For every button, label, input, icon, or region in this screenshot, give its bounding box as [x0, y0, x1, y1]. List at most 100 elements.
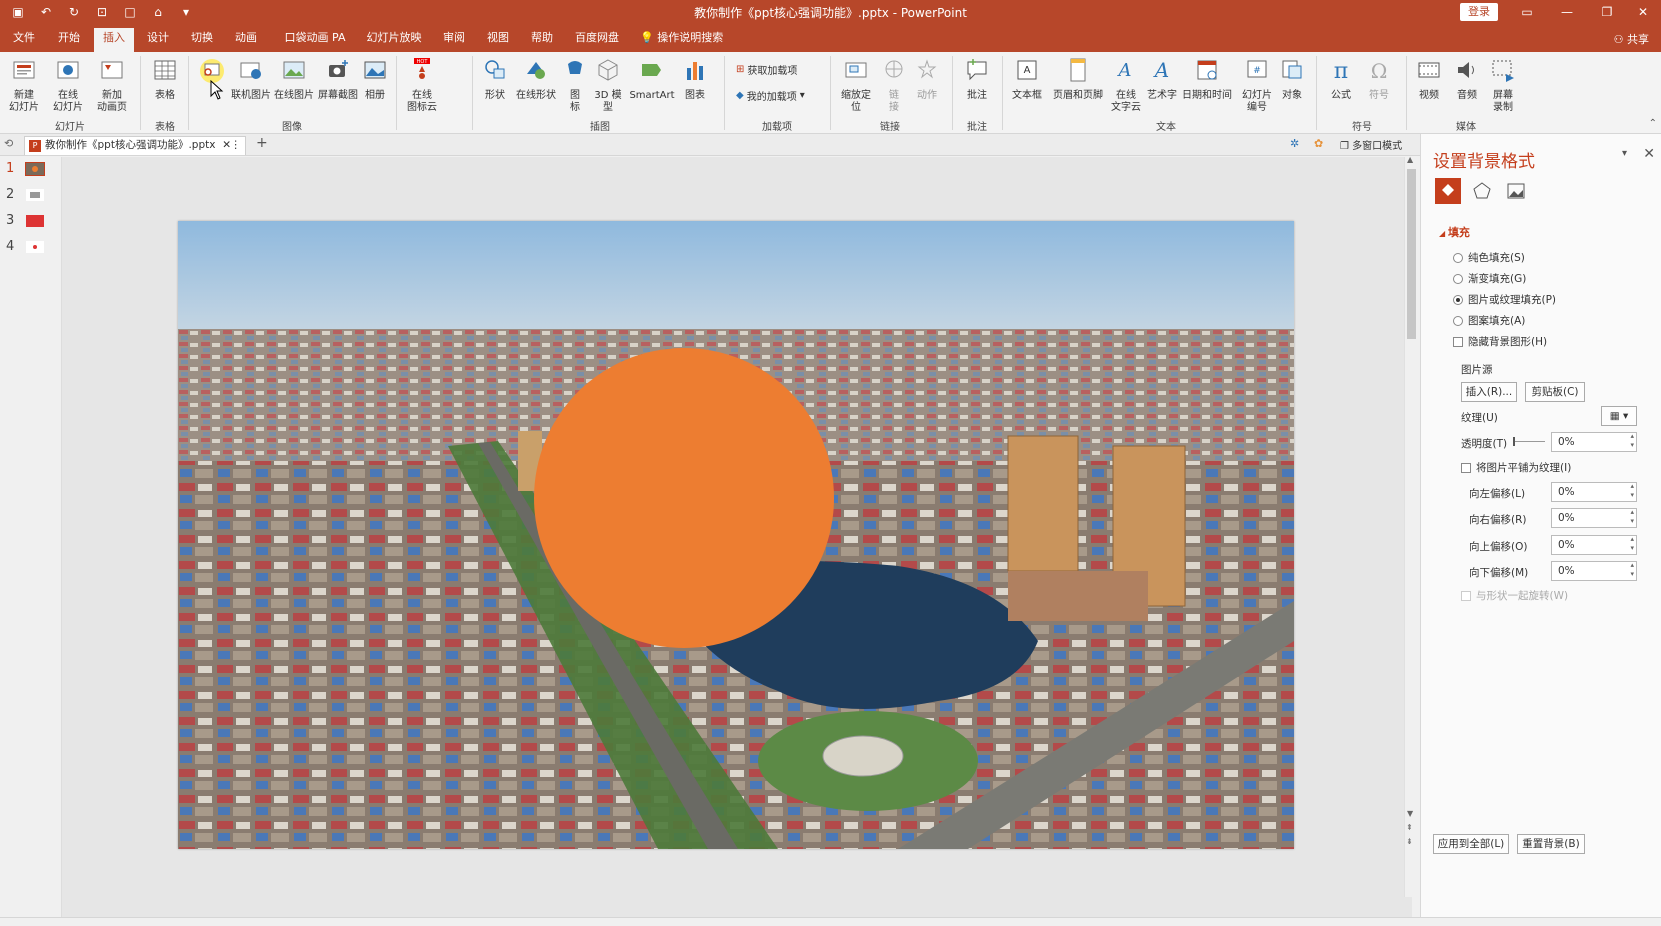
apply-to-all-button[interactable]: 应用到全部(L): [1433, 834, 1509, 854]
checkbox[interactable]: [1453, 336, 1463, 347]
tab-history-icon[interactable]: ⟲: [4, 137, 13, 150]
icons-button[interactable]: 图 标: [562, 56, 588, 114]
close-icon[interactable]: ✕: [1628, 3, 1658, 21]
equation-button[interactable]: π 公式: [1324, 56, 1358, 102]
offset-left-input[interactable]: 0%: [1551, 482, 1637, 502]
tab-menu-icon[interactable]: ⋮: [231, 137, 242, 154]
tab-design[interactable]: 设计: [144, 30, 172, 52]
document-tab[interactable]: P 教你制作《ppt核心强调功能》.pptx ✕ ⋮: [24, 136, 246, 155]
solid-fill-option[interactable]: 纯色填充(S): [1453, 250, 1525, 265]
online-slide-button[interactable]: 在线 幻灯片: [48, 56, 88, 114]
screenshot-button[interactable]: 屏幕截图: [316, 56, 360, 102]
online-icon-cloud-button[interactable]: HOT 在线 图标云: [402, 56, 442, 114]
offset-up-input[interactable]: 0%: [1551, 535, 1637, 555]
checkbox[interactable]: [1461, 462, 1471, 473]
table-button[interactable]: 表格: [148, 56, 182, 102]
album-button[interactable]: 相册: [360, 56, 390, 102]
tab-pocket-animation[interactable]: 口袋动画 PA: [282, 30, 348, 52]
scroll-up-icon[interactable]: ▲: [1407, 155, 1413, 164]
tab-view[interactable]: 视图: [484, 30, 512, 52]
audio-button[interactable]: 音频: [1450, 56, 1484, 102]
radio-button[interactable]: [1453, 273, 1463, 284]
thumbnail-1[interactable]: 1: [6, 161, 45, 176]
thumbnail-4[interactable]: 4: [6, 239, 44, 254]
tab-transitions[interactable]: 切换: [188, 30, 216, 52]
online-shapes-button[interactable]: 在线形状: [514, 56, 558, 102]
tab-baidu-netdisk[interactable]: 百度网盘: [572, 30, 622, 52]
online-picture-button[interactable]: 在线图片: [272, 56, 316, 102]
radio-button[interactable]: [1453, 252, 1463, 263]
prev-slide-icon[interactable]: ⇞: [1406, 823, 1413, 832]
tell-me-search[interactable]: 💡 操作说明搜索: [640, 30, 740, 52]
vertical-scrollbar[interactable]: ▲ ▼ ⇞ ⇟: [1404, 155, 1418, 897]
offset-down-input[interactable]: 0%: [1551, 561, 1637, 581]
screen-record-button[interactable]: 屏幕 录制: [1486, 56, 1520, 114]
my-addins-button[interactable]: ◆ 我的加载项 ▾: [736, 88, 805, 103]
tab-help[interactable]: 帮助: [528, 30, 556, 52]
slider-thumb[interactable]: [1513, 437, 1515, 446]
tab-animations[interactable]: 动画: [232, 30, 260, 52]
restore-icon[interactable]: ❐: [1592, 3, 1622, 21]
transparency-input[interactable]: 0%: [1551, 432, 1637, 452]
ribbon-display-icon[interactable]: ▭: [1512, 3, 1542, 21]
datetime-button[interactable]: 日期和时间: [1180, 56, 1234, 102]
tab-tool-icon[interactable]: ✲: [1290, 137, 1299, 150]
rotate-with-shape-option[interactable]: 与形状一起旋转(W): [1461, 588, 1568, 603]
scroll-down-icon[interactable]: ▼: [1407, 809, 1413, 818]
close-pane-icon[interactable]: ✕: [1643, 146, 1655, 162]
new-tab-icon[interactable]: +: [256, 135, 268, 151]
minimize-icon[interactable]: —: [1552, 3, 1582, 21]
header-footer-button[interactable]: 页眉和页脚: [1050, 56, 1106, 102]
fill-section-header[interactable]: ◢ 填充: [1439, 224, 1470, 240]
slide-number-button[interactable]: # 幻灯片 编号: [1238, 56, 1276, 114]
scroll-thumb[interactable]: [1407, 169, 1416, 339]
thumbnail-2[interactable]: 2: [6, 187, 44, 202]
tab-file[interactable]: 文件: [10, 30, 38, 52]
tab-settings-icon[interactable]: ✿: [1314, 137, 1323, 150]
multi-window-mode[interactable]: ❐ 多窗口模式: [1340, 137, 1402, 152]
zoom-button[interactable]: 缩放定 位: [836, 56, 876, 114]
slide[interactable]: [178, 221, 1294, 849]
tab-review[interactable]: 审阅: [440, 30, 468, 52]
picture-texture-fill-option[interactable]: 图片或纹理填充(P): [1453, 292, 1556, 307]
hide-background-graphics-option[interactable]: 隐藏背景图形(H): [1453, 334, 1547, 349]
pattern-fill-option[interactable]: 图案填充(A): [1453, 313, 1525, 328]
effects-pentagon-icon[interactable]: [1469, 178, 1495, 204]
shapes-button[interactable]: 形状: [478, 56, 512, 102]
chart-button[interactable]: 图表: [680, 56, 710, 102]
gradient-fill-option[interactable]: 渐变填充(G): [1453, 271, 1526, 286]
online-wordcloud-button[interactable]: A 在线 文字云: [1108, 56, 1144, 114]
link-button[interactable]: 链 接: [880, 56, 908, 114]
object-button[interactable]: 对象: [1276, 56, 1308, 102]
action-button[interactable]: 动作: [912, 56, 942, 102]
fill-bucket-icon[interactable]: [1435, 178, 1461, 204]
tab-home[interactable]: 开始: [54, 30, 84, 52]
smartart-button[interactable]: SmartArt: [628, 56, 676, 102]
new-animation-page-button[interactable]: 新加 动画页: [92, 56, 132, 114]
radio-button-selected[interactable]: [1453, 294, 1463, 305]
tile-texture-option[interactable]: 将图片平铺为纹理(I): [1461, 460, 1571, 475]
online-picture-button-left[interactable]: 联机图片: [230, 56, 272, 102]
texture-dropdown[interactable]: ▦ ▾: [1601, 406, 1637, 426]
offset-right-input[interactable]: 0%: [1551, 508, 1637, 528]
next-slide-icon[interactable]: ⇟: [1406, 837, 1413, 846]
picture-settings-icon[interactable]: [1503, 178, 1529, 204]
radio-button[interactable]: [1453, 315, 1463, 326]
transparency-slider[interactable]: [1513, 437, 1545, 446]
tab-slideshow[interactable]: 幻灯片放映: [364, 30, 424, 52]
3d-model-button[interactable]: 3D 模 型: [592, 56, 624, 114]
new-slide-button[interactable]: 新建 幻灯片: [4, 56, 44, 114]
orange-circle[interactable]: [534, 348, 834, 648]
video-button[interactable]: 视频: [1412, 56, 1446, 102]
login-button[interactable]: 登录: [1460, 3, 1498, 21]
checkbox[interactable]: [1461, 590, 1471, 601]
clipboard-button[interactable]: 剪贴板(C): [1525, 382, 1585, 402]
get-addins-button[interactable]: ⊞ 获取加载项: [736, 62, 797, 77]
reset-background-button[interactable]: 重置背景(B): [1517, 834, 1585, 854]
collapse-ribbon-icon[interactable]: ⌃: [1649, 118, 1657, 129]
comment-button[interactable]: 批注: [960, 56, 994, 102]
wordart-button[interactable]: A 艺术字: [1144, 56, 1180, 102]
tab-insert[interactable]: 插入: [94, 28, 134, 52]
insert-picture-button[interactable]: 插入(R)...: [1461, 382, 1517, 402]
symbol-button[interactable]: Ω 符号: [1362, 56, 1396, 102]
